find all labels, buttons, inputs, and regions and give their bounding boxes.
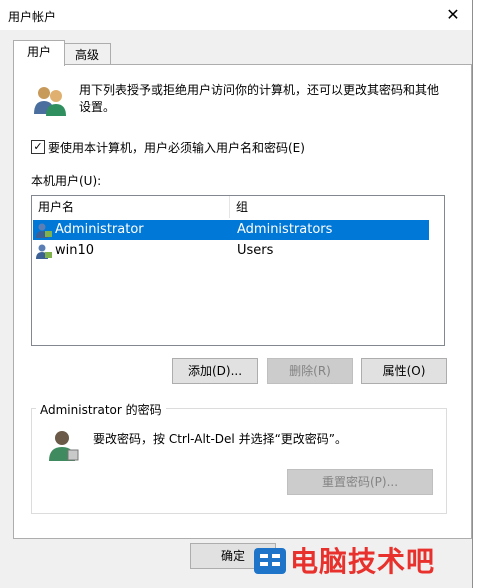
- password-group-box: [31, 408, 447, 514]
- title-bar: 用户帐户 ✕: [0, 0, 472, 30]
- user-password-icon: [49, 431, 79, 461]
- user-icon: [36, 244, 52, 259]
- remove-user-button[interactable]: 删除(R): [267, 358, 353, 384]
- add-user-button[interactable]: 添加(D)...: [172, 358, 258, 384]
- watermark-logo-icon: [254, 548, 286, 574]
- reset-password-button[interactable]: 重置密码(P)...: [287, 469, 433, 495]
- require-login-checkbox[interactable]: ✓: [31, 140, 45, 154]
- column-header-group[interactable]: 组: [230, 196, 430, 218]
- user-list[interactable]: 用户名 组 Administrator Administrators win10…: [31, 195, 445, 346]
- password-instructions: 要改密码，按 Ctrl-Alt-Del 并选择“更改密码”。: [93, 432, 348, 446]
- user-accounts-dialog: 用户帐户 ✕ 用户 高级 用下列表授予或拒绝用户访问你的计算机，还可以更改其密码…: [0, 0, 473, 588]
- table-row[interactable]: Administrator Administrators: [33, 220, 429, 240]
- intro-description: 用下列表授予或拒绝用户访问你的计算机，还可以更改其密码和其他设置。: [79, 83, 440, 114]
- watermark-text: 电脑技术吧: [290, 545, 436, 578]
- user-group: Users: [237, 243, 274, 258]
- tab-advanced[interactable]: 高级: [63, 43, 111, 66]
- user-name: Administrator: [55, 222, 144, 237]
- close-icon[interactable]: ✕: [442, 4, 464, 26]
- users-group-icon: [34, 87, 66, 116]
- user-group: Administrators: [237, 222, 333, 237]
- window-title: 用户帐户: [8, 10, 57, 24]
- properties-button[interactable]: 属性(O): [361, 358, 447, 384]
- user-name: win10: [55, 243, 95, 258]
- background-window-edge: [473, 0, 479, 588]
- user-icon: [36, 223, 52, 238]
- password-group-title: Administrator 的密码: [36, 401, 166, 418]
- local-users-label: 本机用户(U):: [31, 174, 102, 188]
- tab-users[interactable]: 用户: [13, 40, 65, 66]
- table-row[interactable]: win10 Users: [33, 241, 429, 261]
- require-login-label[interactable]: 要使用本计算机，用户必须输入用户名和密码(E): [48, 139, 305, 156]
- column-header-username[interactable]: 用户名: [32, 196, 230, 218]
